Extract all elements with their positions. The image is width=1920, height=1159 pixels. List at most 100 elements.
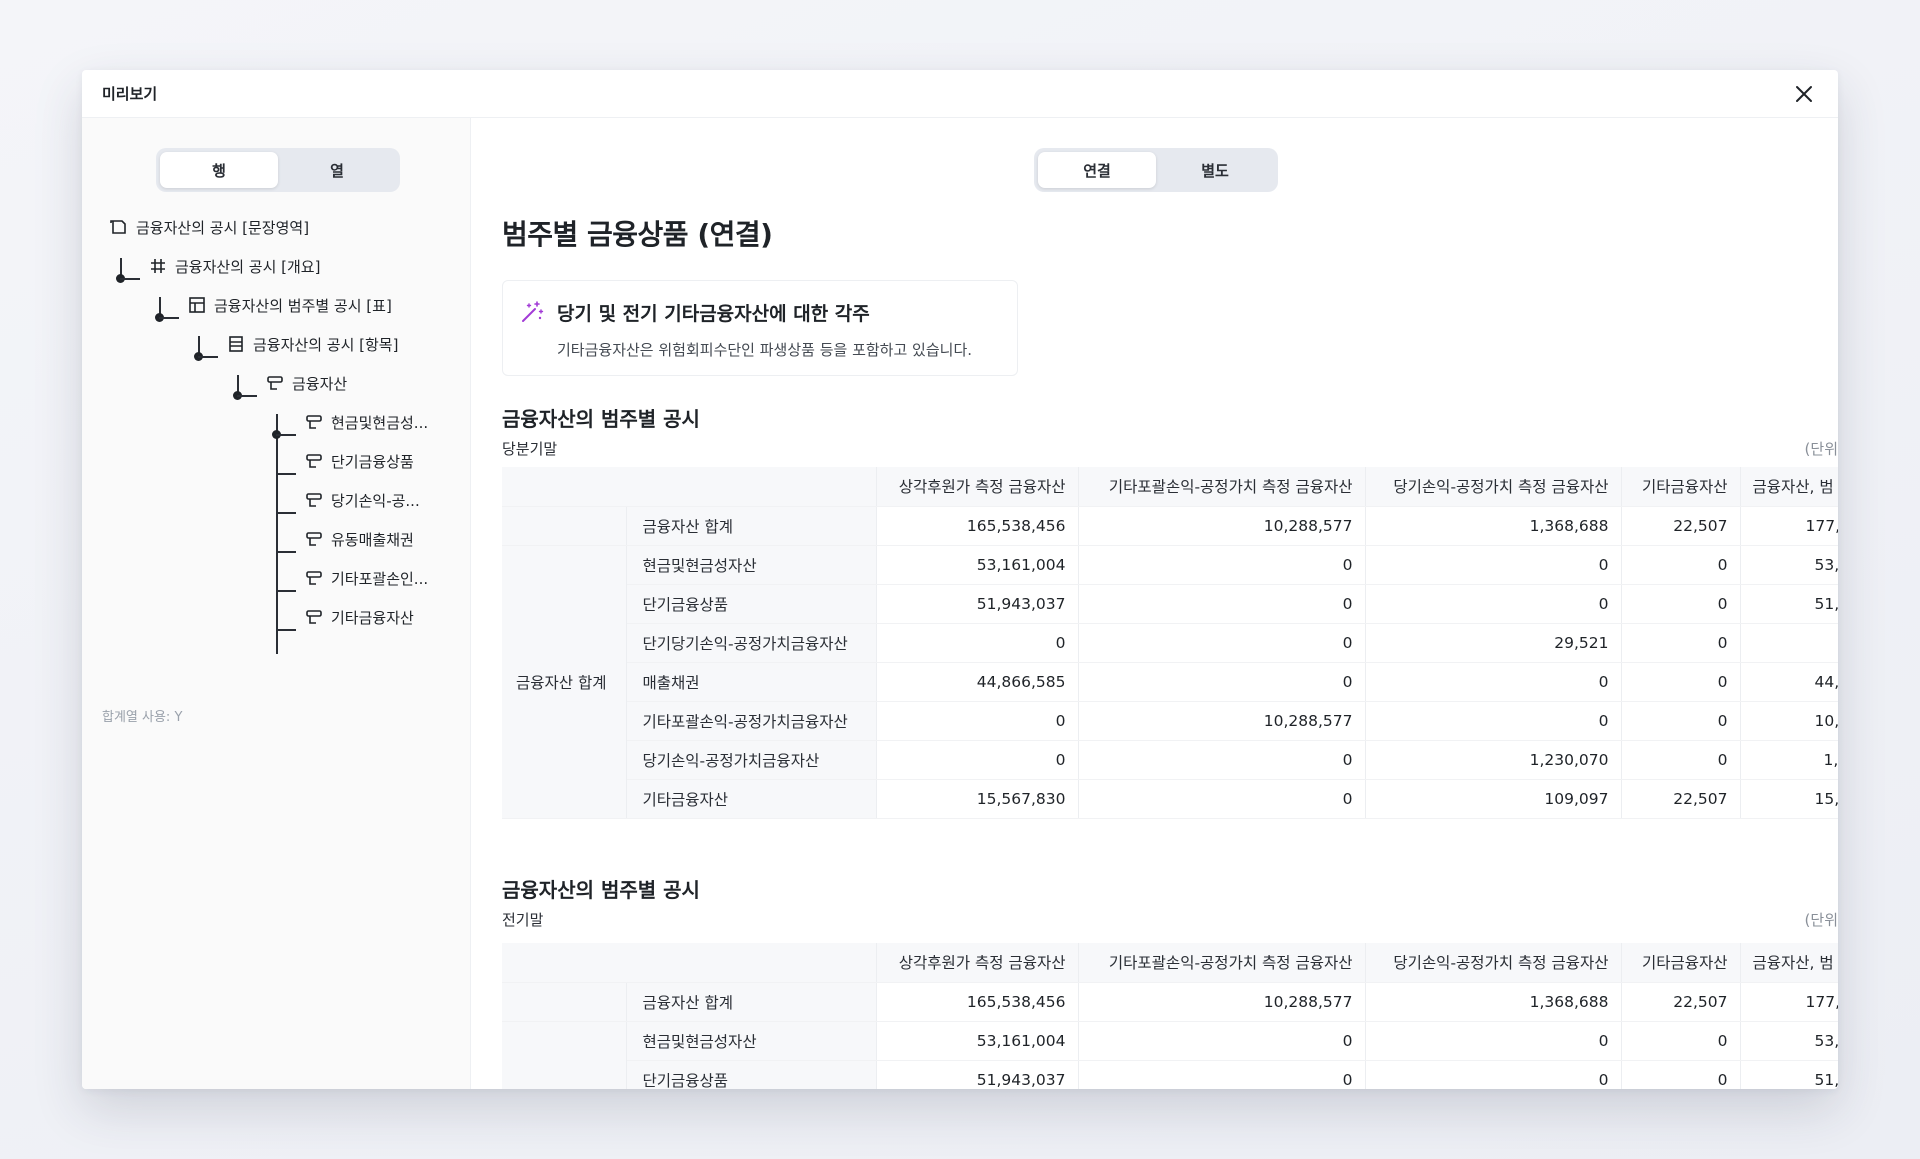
value-cell: 0 <box>1620 1021 1740 1061</box>
tree-node-label: 금융자산의 범주별 공시 [표] <box>214 296 392 315</box>
element-icon <box>305 530 323 548</box>
value-cell: 177,2 <box>1739 506 1838 546</box>
tree-node[interactable]: 유동매출채권 <box>305 528 414 550</box>
tree-node[interactable]: 단기금융상품 <box>305 450 414 472</box>
value-cell: 53,1 <box>1739 1021 1838 1061</box>
value-cell: 0 <box>1364 701 1621 741</box>
tree-node[interactable]: 금융자산의 범주별 공시 [표] <box>188 294 392 316</box>
value-cell: 0 <box>1364 584 1621 624</box>
section-title: 금융자산의 범주별 공시 <box>502 878 700 902</box>
table-prior: 상각후원가 측정 금융자산 기타포괄손익-공정가치 측정 금융자산 당기손익-공… <box>502 943 1838 1089</box>
tree-node[interactable]: 현금및현금성... <box>305 411 428 433</box>
value-cell: 51,943,037 <box>875 1060 1078 1089</box>
value-cell: 22,507 <box>1620 506 1740 546</box>
value-cell: 0 <box>1077 779 1365 819</box>
row-label: 당기손익-공정가치금융자산 <box>626 740 876 780</box>
tree-node[interactable]: 금융자산의 공시 [항목] <box>227 333 398 355</box>
tree-node[interactable]: 기타포괄손인... <box>305 567 428 589</box>
category-cell <box>502 982 627 1022</box>
table-header-row: 상각후원가 측정 금융자산 기타포괄손익-공정가치 측정 금융자산 당기손익-공… <box>502 943 1838 983</box>
tree-node-label: 기타금융자산 <box>331 608 414 627</box>
element-icon <box>305 491 323 509</box>
value-cell: 0 <box>875 623 1078 663</box>
tree-node[interactable]: 기타금융자산 <box>305 606 414 628</box>
table-row: 현금및현금성자산 53,161,004 0 0 0 53,1 <box>502 1021 1838 1089</box>
value-cell: 0 <box>1364 1060 1621 1089</box>
value-cell: 165,538,456 <box>875 506 1078 546</box>
value-cell: 0 <box>1620 584 1740 624</box>
tree-node[interactable]: 금융자산 <box>266 372 347 394</box>
value-cell: 0 <box>1620 1060 1740 1089</box>
footnote-title: 당기 및 전기 기타금융자산에 대한 각주 <box>557 303 870 325</box>
row-label: 단기금융상품 <box>626 584 876 624</box>
element-icon <box>305 413 323 431</box>
table-row: 기타금융자산 15,567,830 0 109,097 22,507 15,6 <box>502 779 1838 819</box>
column-header: 상각후원가 측정 금융자산 <box>875 943 1078 983</box>
footnote-card[interactable]: 당기 및 전기 기타금융자산에 대한 각주 기타금융자산은 위험회피수단인 파생… <box>502 280 1018 376</box>
tree-node-label: 단기금융상품 <box>331 452 414 471</box>
value-cell: 1,230,070 <box>1364 740 1621 780</box>
row-label: 매출채권 <box>626 662 876 702</box>
unit-label: (단위 <box>1804 911 1838 929</box>
value-cell: 51,943,037 <box>875 584 1078 624</box>
tree-node-label: 현금및현금성... <box>331 413 429 432</box>
value-cell: 0 <box>1364 1021 1621 1061</box>
tree-node-label: 금융자산 <box>292 374 348 393</box>
modal-header: 미리보기 <box>82 70 1838 118</box>
sidebar: 행 열 금융자산의 공시 [문장영역] 금융자산의 공시 [개요] 금융자산의 … <box>82 118 471 1089</box>
value-cell: 0 <box>1620 701 1740 741</box>
row-label: 현금및현금성자산 <box>626 545 876 585</box>
modal-title: 미리보기 <box>102 85 158 103</box>
period-label: 전기말 <box>502 911 544 929</box>
value-cell: 0 <box>1364 662 1621 702</box>
tree-node-label: 금융자산의 공시 [개요] <box>175 257 321 276</box>
value-cell: 0 <box>1620 740 1740 780</box>
value-cell: 0 <box>1620 545 1740 585</box>
tree-node[interactable]: 금융자산의 공시 [문장영역] <box>110 216 309 238</box>
column-header: 금융자산, 범 <box>1739 943 1838 983</box>
row-label: 단기당기손익-공정가치금융자산 <box>626 623 876 663</box>
close-button[interactable] <box>1792 82 1816 106</box>
column-header: 기타금융자산 <box>1620 467 1740 507</box>
value-cell <box>1739 623 1838 663</box>
value-cell: 22,507 <box>1620 982 1740 1022</box>
value-cell: 51,9 <box>1739 584 1838 624</box>
value-cell: 44,8 <box>1739 662 1838 702</box>
value-cell: 51,9 <box>1739 1060 1838 1089</box>
table-row: 금융자산 합계 165,538,456 10,288,577 1,368,688… <box>502 982 1838 1022</box>
value-cell: 165,538,456 <box>875 982 1078 1022</box>
table-header-blank <box>502 467 876 507</box>
table-row: 단기금융상품 51,943,037 0 0 0 51,9 <box>502 584 1838 624</box>
value-cell: 0 <box>1620 623 1740 663</box>
table-current: 상각후원가 측정 금융자산 기타포괄손익-공정가치 측정 금융자산 당기손익-공… <box>502 467 1838 819</box>
row-label: 단기금융상품 <box>626 1060 876 1089</box>
value-cell: 0 <box>1077 623 1365 663</box>
sum-column-status: 합계열 사용: Y <box>102 710 183 725</box>
element-icon <box>305 569 323 587</box>
value-cell: 0 <box>1364 545 1621 585</box>
tab-separate[interactable]: 별도 <box>1156 152 1274 188</box>
unit-label: (단위 <box>1804 440 1838 458</box>
value-cell: 1,368,688 <box>1364 982 1621 1022</box>
column-header: 기타금융자산 <box>1620 943 1740 983</box>
table-icon <box>188 296 206 314</box>
value-cell: 15,567,830 <box>875 779 1078 819</box>
tree-node[interactable]: 당기손익-공... <box>305 489 420 511</box>
page-title: 범주별 금융상품 (연결) <box>502 218 773 251</box>
close-icon <box>1796 86 1812 102</box>
row-label: 금융자산 합계 <box>626 982 876 1022</box>
magic-wand-icon <box>517 297 547 327</box>
column-header: 금융자산, 범 <box>1739 467 1838 507</box>
column-header: 상각후원가 측정 금융자산 <box>875 467 1078 507</box>
value-cell: 0 <box>1620 662 1740 702</box>
column-header: 당기손익-공정가치 측정 금융자산 <box>1364 943 1621 983</box>
table-header-blank <box>502 943 876 983</box>
tab-consolidated[interactable]: 연결 <box>1038 152 1156 188</box>
table-row: 매출채권 44,866,585 0 0 0 44,8 <box>502 662 1838 702</box>
preview-modal: 미리보기 행 열 금융자산의 공시 [문장영역] 금융자산의 공시 [개요] 금… <box>82 70 1838 1089</box>
period-label: 당분기말 <box>502 440 558 458</box>
column-header: 기타포괄손익-공정가치 측정 금융자산 <box>1077 943 1365 983</box>
tree-node[interactable]: 금융자산의 공시 [개요] <box>149 255 320 277</box>
category-cell <box>502 506 627 546</box>
table-row: 당기손익-공정가치금융자산 0 0 1,230,070 0 1,2 <box>502 740 1838 780</box>
